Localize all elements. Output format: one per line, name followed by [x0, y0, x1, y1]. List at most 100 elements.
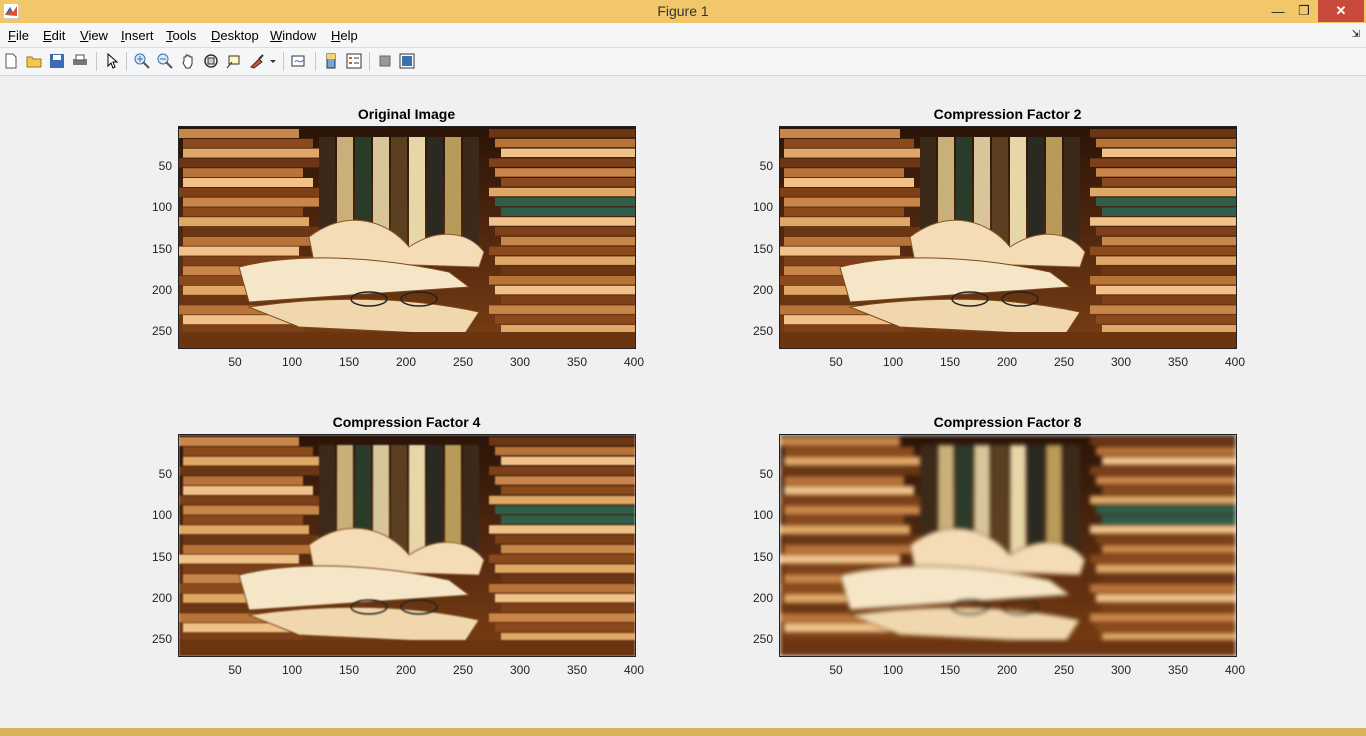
book-spine-right	[489, 613, 635, 622]
x-tick-label: 250	[452, 663, 474, 677]
open-file-icon[interactable]	[26, 53, 42, 69]
new-figure-icon[interactable]	[3, 53, 19, 69]
print-icon[interactable]	[72, 53, 88, 69]
book-spine-right	[495, 285, 635, 295]
shelf-book	[1064, 445, 1080, 555]
menu-help[interactable]: Help	[331, 28, 358, 43]
menu-edit[interactable]: Edit	[43, 28, 65, 43]
book-spine-right	[489, 276, 635, 285]
pan-icon[interactable]	[180, 53, 196, 69]
edit-plot-icon[interactable]	[104, 53, 120, 69]
x-tick-label: 150	[338, 355, 360, 369]
rotate-3d-icon[interactable]	[203, 53, 219, 69]
book-spine-right	[495, 138, 635, 148]
book-spine-right	[501, 207, 635, 216]
link-plot-icon[interactable]	[291, 53, 307, 69]
book-spine-right	[1102, 178, 1236, 187]
chevron-down-icon[interactable]	[268, 53, 278, 69]
x-tick-label: 150	[939, 355, 961, 369]
shelf-book	[1046, 445, 1062, 555]
insert-colorbar-icon[interactable]	[323, 53, 339, 69]
shelf-book	[992, 137, 1008, 247]
zoom-out-icon[interactable]	[157, 53, 173, 69]
book-spine-right	[1096, 285, 1236, 295]
book-spine-left	[780, 246, 900, 256]
plot-title: Compression Factor 2	[933, 106, 1082, 122]
x-tick-label: 100	[882, 663, 904, 677]
plot-title: Original Image	[357, 106, 456, 122]
data-cursor-icon[interactable]	[226, 53, 242, 69]
dock-arrow-icon[interactable]: ⇲	[1352, 29, 1360, 40]
zoom-in-icon[interactable]	[134, 53, 150, 69]
menu-window[interactable]: Window	[270, 28, 316, 43]
y-tick-label: 150	[151, 549, 172, 564]
book-spine-right	[1096, 168, 1236, 177]
toolbar-separator	[369, 52, 370, 71]
y-tick-label: 200	[752, 282, 773, 297]
minimize-button[interactable]: —	[1266, 0, 1290, 22]
shelf-book	[1064, 137, 1080, 247]
book-spine-left	[784, 505, 934, 515]
maximize-button[interactable]: ❐	[1292, 0, 1316, 22]
table-surface	[780, 332, 1236, 348]
book-spine-right	[495, 315, 635, 324]
book-spine-right	[1096, 256, 1236, 265]
book-spine-right	[495, 476, 635, 485]
book-spine-left	[183, 505, 333, 515]
image-axes[interactable]	[178, 126, 636, 349]
book-spine-left	[784, 207, 904, 217]
y-tick-label: 200	[752, 590, 773, 605]
menu-view[interactable]: View	[80, 28, 108, 43]
menu-desktop[interactable]: Desktop	[211, 28, 259, 43]
book-spine-right	[1096, 476, 1236, 485]
y-tick-label: 150	[752, 241, 773, 256]
book-image	[780, 127, 1236, 348]
plot-title: Compression Factor 4	[332, 414, 481, 430]
book-spine-left	[183, 178, 313, 187]
book-spine-left	[784, 486, 914, 495]
book-spine-left	[780, 495, 920, 505]
shelf-book	[1010, 137, 1026, 247]
image-axes[interactable]	[178, 434, 636, 657]
book-spine-left	[784, 227, 924, 236]
menu-insert[interactable]: Insert	[121, 28, 154, 43]
x-tick-label: 50	[829, 355, 843, 369]
shelf-book	[427, 137, 443, 247]
x-tick-label: 100	[281, 663, 303, 677]
x-tick-label: 100	[882, 355, 904, 369]
y-tick-label: 150	[752, 549, 773, 564]
close-button[interactable]: ✕	[1318, 0, 1364, 22]
shelf-book	[445, 445, 461, 555]
x-tick-label: 50	[829, 663, 843, 677]
book-spine-right	[495, 505, 635, 515]
book-spine-left	[179, 246, 299, 256]
table-surface	[179, 640, 635, 656]
book-spine-left	[780, 437, 900, 446]
image-axes[interactable]	[779, 434, 1237, 657]
hide-plot-tools-icon[interactable]	[377, 53, 393, 69]
brush-icon[interactable]	[249, 53, 265, 69]
book-spine-right	[501, 456, 635, 466]
image-axes[interactable]	[779, 126, 1237, 349]
show-plot-tools-icon[interactable]	[399, 53, 415, 69]
book-spine-right	[501, 486, 635, 495]
menu-file[interactable]: File	[8, 28, 29, 43]
book-spine-right	[1096, 535, 1236, 544]
x-tick-label: 250	[1053, 663, 1075, 677]
book-spine-right	[1090, 466, 1236, 475]
book-spine-right	[1096, 197, 1236, 207]
save-icon[interactable]	[49, 53, 65, 69]
toolbar-separator	[315, 52, 316, 71]
menu-tools[interactable]: Tools	[166, 28, 196, 43]
x-tick-label: 400	[623, 663, 645, 677]
book-spine-left	[183, 515, 303, 525]
book-spine-left	[784, 138, 914, 148]
taskbar	[0, 728, 1366, 736]
book-spine-right	[489, 466, 635, 475]
x-tick-label: 50	[228, 663, 242, 677]
book-spine-right	[1090, 525, 1236, 534]
book-spine-right	[1096, 446, 1236, 456]
book-spine-right	[1096, 564, 1236, 573]
toolbar-separator	[283, 52, 284, 71]
insert-legend-icon[interactable]	[346, 53, 362, 69]
